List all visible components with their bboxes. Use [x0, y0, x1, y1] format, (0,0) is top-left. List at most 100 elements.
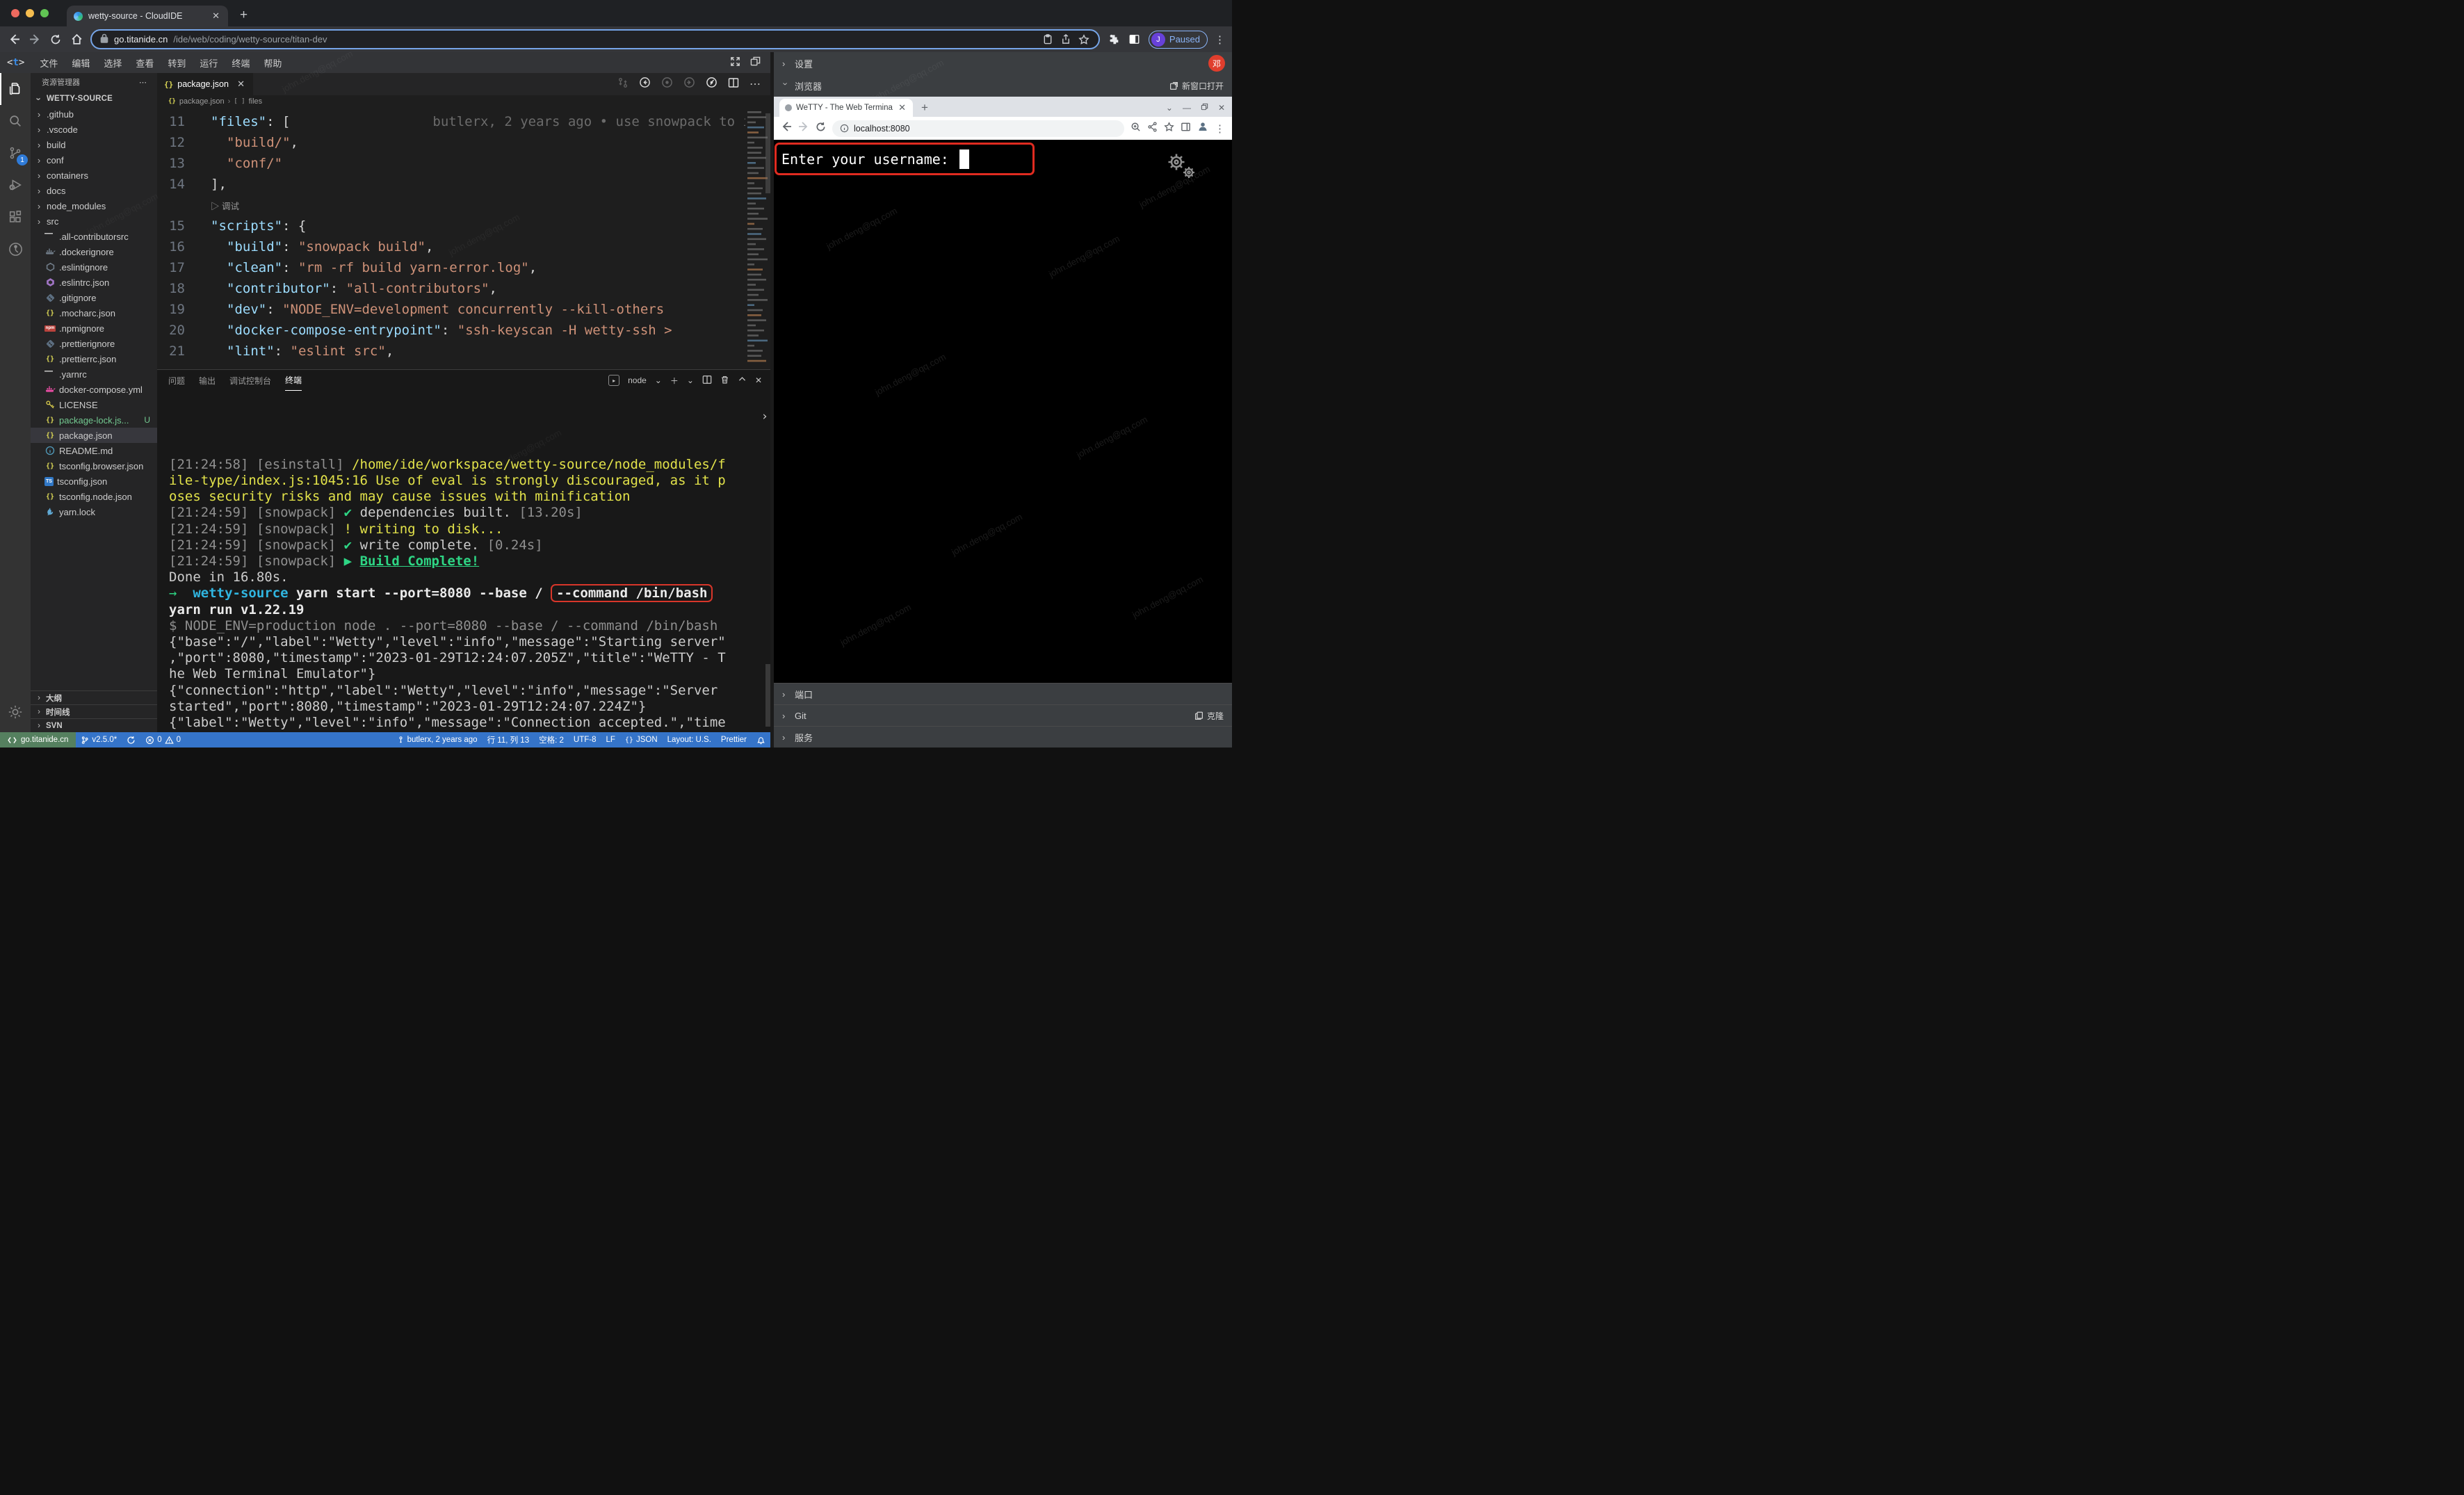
eol-indicator[interactable]: LF [601, 732, 619, 748]
clone-button[interactable]: 克隆 [1194, 710, 1224, 722]
reload-icon[interactable] [49, 33, 63, 47]
embedded-share-icon[interactable] [1147, 122, 1158, 136]
share-icon[interactable] [1060, 33, 1072, 46]
shell-dropdown-chevron-icon[interactable]: ⌄ [655, 375, 662, 385]
embedded-menu-kebab-icon[interactable]: ⋮ [1215, 122, 1225, 135]
open-new-window-button[interactable]: 新窗口打开 [1169, 80, 1224, 92]
panel-tab[interactable]: 输出 [199, 370, 216, 391]
back-icon[interactable] [7, 33, 21, 47]
section-ports[interactable]: › 端口 [774, 683, 1232, 704]
source-control-icon[interactable]: 1 [0, 137, 31, 169]
tree-file[interactable]: {}package-lock.js...U [31, 412, 157, 428]
git-branch-indicator[interactable]: v2.5.0* [76, 732, 122, 748]
tree-file[interactable]: {}tsconfig.node.json [31, 489, 157, 504]
cursor-position[interactable]: 行 11, 列 13 [483, 732, 535, 748]
menubar-item[interactable]: 帮助 [257, 56, 289, 70]
sidebar-section[interactable]: ›时间线 [31, 704, 157, 718]
tree-folder[interactable]: ›.vscode [31, 122, 157, 137]
bookmark-star-icon[interactable] [1078, 33, 1090, 46]
remote-indicator[interactable]: go.titanide.cn [0, 732, 76, 748]
split-editor-icon[interactable] [728, 77, 739, 92]
editor-scrollbar[interactable] [765, 113, 770, 193]
menubar-item[interactable]: 选择 [97, 56, 129, 70]
fullscreen-icon[interactable] [730, 56, 740, 69]
tree-file[interactable]: .prettierignore [31, 336, 157, 351]
extensions-puzzle-icon[interactable] [1107, 33, 1121, 47]
macos-traffic-lights[interactable] [11, 9, 49, 17]
search-icon[interactable] [0, 105, 31, 137]
new-terminal-button[interactable]: ＋ [670, 375, 679, 387]
embedded-new-tab-button[interactable]: + [921, 99, 928, 117]
layout-indicator[interactable]: Layout: U.S. [663, 732, 716, 748]
url-bar[interactable]: go.titanide.cn/ide/web/coding/wetty-sour… [90, 29, 1100, 49]
tree-folder[interactable]: ›containers [31, 168, 157, 183]
embedded-tab-search-chevron-icon[interactable]: ⌄ [1166, 103, 1173, 113]
tree-file[interactable]: {}tsconfig.browser.json [31, 458, 157, 474]
notifications-bell-icon[interactable] [752, 732, 770, 748]
embedded-minimize-icon[interactable]: — [1183, 103, 1191, 113]
tab-close-icon[interactable]: ✕ [211, 10, 221, 22]
embedded-forward-icon[interactable] [798, 121, 809, 136]
embedded-reload-icon[interactable] [816, 122, 826, 136]
sidebar-section[interactable]: ›大纲 [31, 690, 157, 704]
close-panel-icon[interactable]: ✕ [755, 375, 762, 385]
section-browser[interactable]: › 浏览器 新窗口打开 [774, 74, 1232, 97]
layout-icon[interactable] [750, 56, 761, 69]
tree-folder[interactable]: ›src [31, 213, 157, 229]
panel-tab[interactable]: 问题 [168, 370, 185, 391]
sync-icon[interactable] [122, 732, 140, 748]
tree-file[interactable]: .all-contributorsrc [31, 229, 157, 244]
language-indicator[interactable]: {} JSON [620, 732, 663, 748]
tree-folder[interactable]: ›docs [31, 183, 157, 198]
tree-folder[interactable]: ›node_modules [31, 198, 157, 213]
tree-file[interactable]: yarn.lock [31, 504, 157, 519]
run-debug-icon[interactable] [0, 169, 31, 201]
kill-terminal-trash-icon[interactable] [720, 375, 729, 387]
problems-indicator[interactable]: 0 0 [140, 732, 186, 748]
code-editor[interactable]: 11"files": [butlerx, 2 years ago • use s… [157, 108, 770, 369]
zoom-window-button[interactable] [40, 9, 49, 17]
menubar-item[interactable]: 终端 [225, 56, 257, 70]
tree-folder[interactable]: ›.github [31, 106, 157, 122]
embedded-tab[interactable]: WeTTY - The Web Terminal ✕ [779, 99, 913, 117]
indentation-indicator[interactable]: 空格: 2 [534, 732, 569, 748]
embedded-bookmark-star-icon[interactable] [1164, 122, 1174, 136]
tree-file[interactable]: docker-compose.yml [31, 382, 157, 397]
run-profile-icon[interactable] [706, 76, 718, 92]
tree-file[interactable]: npm.npmignore [31, 321, 157, 336]
tree-file[interactable]: .eslintignore [31, 259, 157, 275]
embedded-side-panel-icon[interactable] [1181, 122, 1191, 136]
encoding-indicator[interactable]: UTF-8 [569, 732, 601, 748]
minimize-window-button[interactable] [26, 9, 34, 17]
tree-file[interactable]: README.md [31, 443, 157, 458]
blame-indicator[interactable]: butlerx, 2 years ago [392, 732, 483, 748]
embedded-back-icon[interactable] [781, 121, 792, 136]
tree-file[interactable]: .eslintrc.json [31, 275, 157, 290]
embedded-url-bar[interactable]: localhost:8080 [832, 120, 1124, 137]
wetty-terminal[interactable]: Enter your username: john.deng@qq.comjoh… [774, 140, 1232, 683]
browser-tab[interactable]: wetty-source - CloudIDE ✕ [67, 6, 228, 26]
new-tab-button[interactable]: + [240, 7, 248, 24]
compare-changes-icon[interactable] [617, 77, 629, 92]
sidebar-section[interactable]: ›SVN [31, 718, 157, 732]
explorer-icon[interactable] [0, 73, 31, 105]
editor-more-icon[interactable]: ⋯ [749, 77, 761, 91]
formatter-indicator[interactable]: Prettier [716, 732, 752, 748]
explorer-more-icon[interactable]: ⋯ [139, 78, 147, 87]
tree-file[interactable]: LICENSE [31, 397, 157, 412]
tree-file[interactable]: {}.prettierrc.json [31, 351, 157, 366]
tree-root[interactable]: ›WETTY-SOURCE [31, 91, 157, 106]
menubar-item[interactable]: 查看 [129, 56, 161, 70]
section-git[interactable]: › Git 克隆 [774, 704, 1232, 726]
section-services[interactable]: › 服务 [774, 726, 1232, 748]
menubar-item[interactable]: 运行 [193, 56, 225, 70]
section-settings[interactable]: › 设置 邓 [774, 52, 1232, 74]
tree-file[interactable]: TStsconfig.json [31, 474, 157, 489]
tree-folder[interactable]: ›build [31, 137, 157, 152]
profile-icon[interactable] [1197, 121, 1208, 136]
save-clipboard-icon[interactable] [1041, 33, 1054, 46]
menubar-item[interactable]: 文件 [33, 56, 65, 70]
embedded-tab-close-icon[interactable]: ✕ [897, 102, 907, 113]
close-window-button[interactable] [11, 9, 19, 17]
panel-tab[interactable]: 调试控制台 [229, 370, 271, 391]
